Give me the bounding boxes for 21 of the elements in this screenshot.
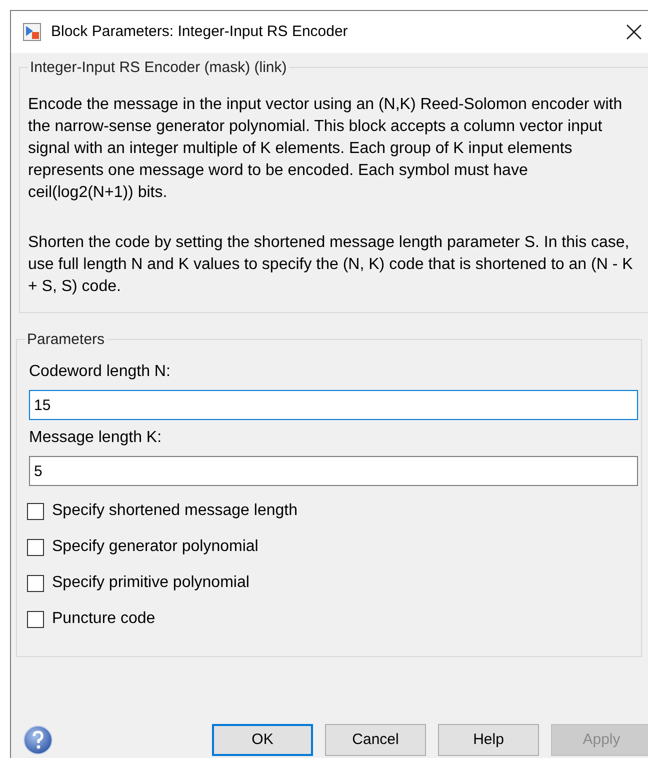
- checkbox[interactable]: [27, 502, 44, 520]
- input-field[interactable]: 15: [29, 390, 638, 420]
- description-paragraph: Shorten the code by setting the shortened message length parameter S. In this case, use full length N and K values to specify the (N, K) code that is shortened to an (N - K + S, S) code.: [28, 233, 634, 297]
- checkbox-label: Puncture code: [52, 609, 156, 629]
- input-field[interactable]: 5: [29, 456, 638, 486]
- dialog-button[interactable]: OK: [212, 724, 313, 756]
- close-icon[interactable]: [626, 24, 642, 40]
- checkbox[interactable]: [27, 574, 44, 592]
- checkbox-label: Specify primitive polynomial: [52, 573, 250, 593]
- field-label: Codeword length N:: [29, 362, 170, 382]
- checkbox-label: Specify generator polynomial: [52, 537, 258, 557]
- dialog-button[interactable]: Help: [438, 724, 539, 756]
- window-title: Block Parameters: Integer-Input RS Encoder: [51, 22, 348, 42]
- checkbox[interactable]: [27, 538, 44, 556]
- help-icon[interactable]: [23, 725, 53, 755]
- field-label: Message length K:: [29, 428, 162, 448]
- block-icon: [23, 23, 41, 41]
- checkbox-label: Specify shortened message length: [52, 501, 298, 521]
- dialog-button[interactable]: Cancel: [325, 724, 426, 756]
- checkbox[interactable]: [27, 610, 44, 628]
- description-paragraph: Encode the message in the input vector using an (N,K) Reed-Solomon encoder with the narrow-sense generator polynomial. This block accepts a column vector input signal with an integer multiple of K elements. Each group of K input elements represents one message word to be encoded. Each symbol must have ceil(log2(N+1)) bits.: [28, 95, 624, 203]
